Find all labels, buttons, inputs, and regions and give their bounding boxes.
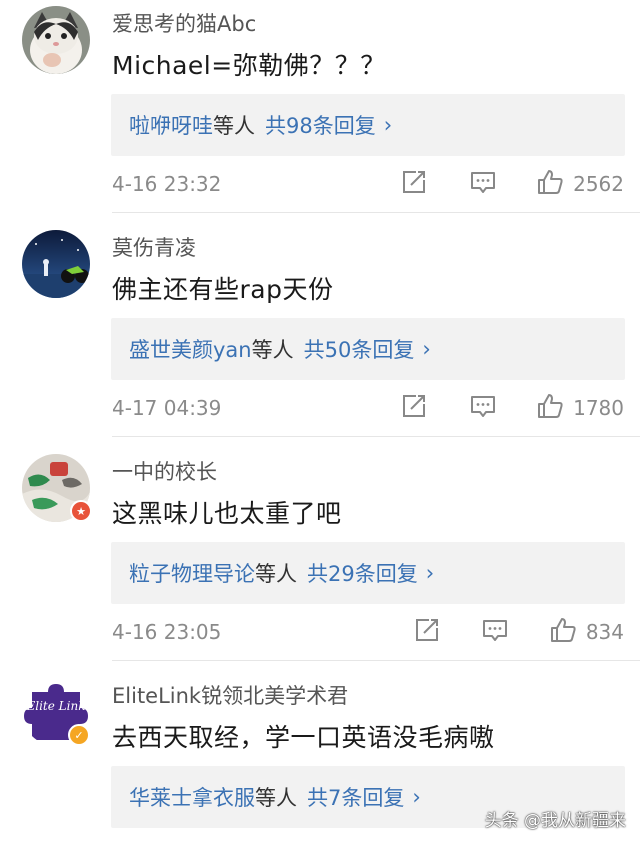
reply-others-label: 等人: [251, 338, 294, 362]
divider: [112, 212, 640, 213]
reply-count-link[interactable]: 共29条回复: [307, 558, 418, 588]
comment-icon[interactable]: [469, 392, 497, 420]
repost-icon[interactable]: [400, 168, 428, 196]
reply-usernames[interactable]: 华莱士拿衣服: [129, 782, 255, 812]
comment-timestamp: 4-17 04:39: [112, 396, 222, 420]
comment-text: 佛主还有些rap天份: [112, 275, 334, 304]
reply-others-label: 等人: [213, 114, 255, 138]
like-count: 2562: [573, 172, 624, 196]
like-count: 1780: [573, 396, 624, 420]
reply-count-link[interactable]: 共98条回复: [265, 110, 376, 140]
reply-usernames[interactable]: 盛世美颜yan: [129, 334, 252, 364]
comment-text: 这黑味儿也太重了吧: [112, 499, 342, 528]
watermark: 头条 @我从新疆来: [484, 811, 626, 831]
reply-usernames[interactable]: 粒子物理导论: [129, 558, 255, 588]
comment-username[interactable]: 一中的校长: [112, 456, 217, 486]
divider: [112, 436, 640, 437]
chevron-right-icon: ›: [383, 113, 393, 137]
comment-text: Michael=弥勒佛？？？: [112, 51, 386, 80]
like-icon[interactable]: [536, 392, 564, 420]
reply-count-link[interactable]: 共7条回复: [307, 782, 404, 812]
comment-icon[interactable]: [469, 168, 497, 196]
chevron-right-icon: ›: [422, 337, 431, 361]
like-icon[interactable]: [549, 616, 577, 644]
comment-text: 去西天取经，学一口英语没毛病嗷: [112, 723, 495, 752]
chevron-right-icon: ›: [425, 561, 435, 585]
comment-username[interactable]: 爱思考的猫Abc: [112, 8, 256, 38]
comment-timestamp: 4-16 23:05: [112, 620, 222, 644]
repost-icon[interactable]: [413, 616, 441, 644]
chevron-right-icon: ›: [412, 785, 421, 809]
divider: [112, 660, 640, 661]
reply-others-label: 等人: [255, 786, 297, 810]
reply-summary[interactable]: 盛世美颜yan 等人 共50条回复 ›: [111, 318, 625, 380]
reply-summary[interactable]: 粒子物理导论 等人 共29条回复 ›: [111, 542, 625, 604]
avatar-logo-text: Elite Link: [26, 699, 86, 713]
reply-usernames[interactable]: 啦咿呀哇: [129, 110, 213, 140]
school-badge: ★: [70, 500, 92, 522]
verified-badge: ✓: [68, 724, 90, 746]
comment-feed: 爱思考的猫Abc Michael=弥勒佛？？？ 啦咿呀哇 等人 共98条回复 ›…: [0, 0, 640, 841]
reply-others-label: 等人: [255, 562, 297, 586]
avatar[interactable]: [22, 6, 90, 74]
reply-count-link[interactable]: 共50条回复: [304, 334, 415, 364]
avatar[interactable]: [22, 230, 90, 298]
repost-icon[interactable]: [400, 392, 428, 420]
comment-icon[interactable]: [481, 616, 509, 644]
comment-timestamp: 4-16 23:32: [112, 172, 222, 196]
comment-username[interactable]: 莫伤青凌: [112, 232, 196, 262]
reply-summary[interactable]: 啦咿呀哇 等人 共98条回复 ›: [111, 94, 625, 156]
like-icon[interactable]: [536, 168, 564, 196]
like-count: 834: [585, 620, 624, 644]
comment-username[interactable]: EliteLink锐领北美学术君: [112, 680, 348, 710]
